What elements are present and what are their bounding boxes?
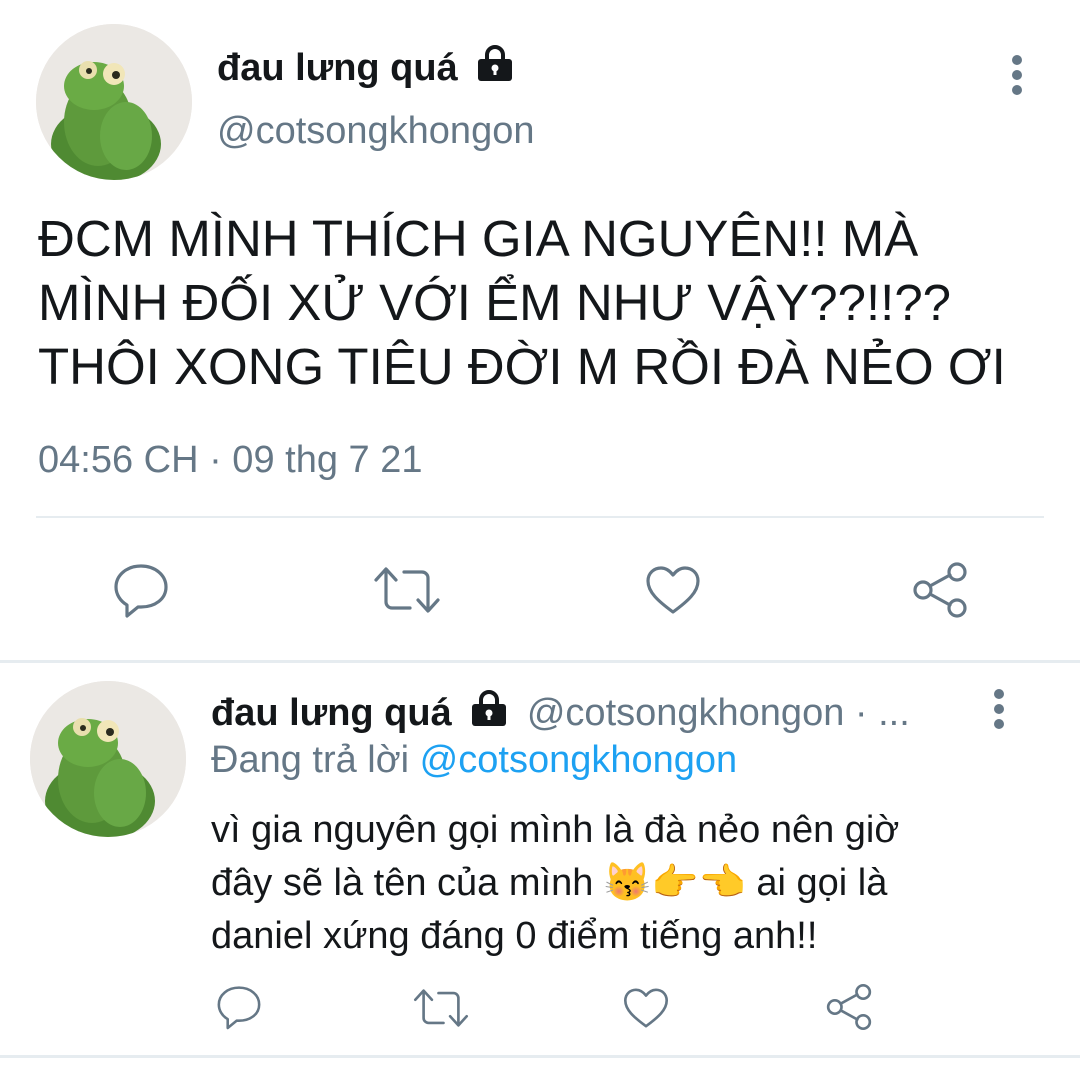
reply-author-name[interactable]: đau lưng quá (211, 692, 452, 734)
more-vertical-icon[interactable] (1000, 54, 1034, 98)
tweet-text: ĐCM MÌNH THÍCH GIA NGUYÊN!! MÀ MÌNH ĐỐI … (38, 207, 1006, 399)
author-display-name[interactable]: đau lưng quá (217, 44, 516, 93)
tweet-text-line: MÌNH ĐỐI XỬ VỚI ỂM NHƯ VẬY??!!?? (38, 274, 952, 331)
share-icon (826, 984, 872, 1030)
retweet-button[interactable] (412, 986, 470, 1030)
share-button[interactable] (910, 560, 970, 620)
like-button[interactable] (644, 564, 702, 616)
replying-to-label: Đang trả lời (211, 739, 410, 781)
divider (0, 1055, 1080, 1058)
heart-icon (646, 566, 700, 614)
tweet-text-line: ĐCM MÌNH THÍCH GIA NGUYÊN!! MÀ (38, 210, 919, 267)
reply-button[interactable] (214, 982, 264, 1032)
tweet-timestamp[interactable]: 04:56 CH · 09 thg 7 21 (38, 437, 422, 483)
reply-icon (217, 986, 261, 1030)
divider (0, 660, 1080, 663)
reply-header: đau lưng quá @cotsongkhongon · ... (211, 689, 910, 738)
reply-button[interactable] (110, 560, 172, 620)
share-button[interactable] (824, 982, 874, 1032)
author-avatar[interactable] (36, 24, 192, 180)
kermit-avatar-image (36, 24, 192, 180)
lock-icon (474, 44, 516, 93)
reply-text-line: vì gia nguyên gọi mình là đà nẻo nên giờ (211, 809, 900, 851)
reply-author-avatar[interactable] (30, 681, 186, 837)
reply-text-line: daniel xứng đáng 0 điểm tiếng anh!! (211, 915, 818, 957)
reply-icon (114, 564, 168, 618)
more-vertical-icon[interactable] (982, 688, 1016, 732)
heart-icon (623, 988, 669, 1028)
reply-text: vì gia nguyên gọi mình là đà nẻo nên giờ… (211, 804, 899, 963)
retweet-icon (374, 567, 440, 613)
like-button[interactable] (622, 986, 670, 1030)
replying-to: Đang trả lời @cotsongkhongon (211, 737, 737, 783)
share-icon (913, 562, 967, 618)
tweet-text-line: THÔI XONG TIÊU ĐỜI M RỒI ĐÀ NẺO ƠI (38, 338, 1006, 395)
divider (36, 516, 1044, 518)
retweet-button[interactable] (372, 564, 442, 616)
lock-icon (468, 689, 510, 738)
replying-to-handle-link[interactable]: @cotsongkhongon (420, 739, 737, 781)
kermit-avatar-image (30, 681, 186, 837)
retweet-icon (413, 989, 469, 1027)
author-name-text: đau lưng quá (217, 47, 458, 89)
reply-text-line: đây sẽ là tên của mình 😽👉👈 ai gọi là (211, 862, 888, 904)
reply-author-handle[interactable]: @cotsongkhongon · ... (527, 692, 910, 734)
author-handle[interactable]: @cotsongkhongon (217, 108, 534, 154)
